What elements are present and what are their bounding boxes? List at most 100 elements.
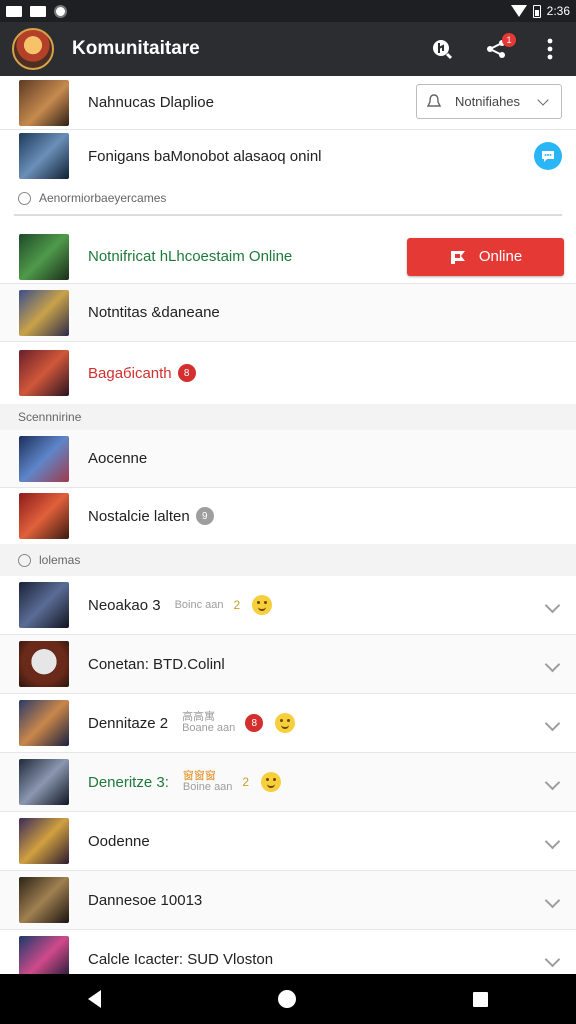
list-item[interactable]: Aocenne [0, 430, 576, 488]
flag-icon [450, 250, 465, 264]
count-badge: 8 [177, 364, 196, 382]
notification-icon [6, 5, 22, 17]
section-header: lolemas [0, 544, 576, 576]
list-item-label: Bagaбicanth [88, 364, 172, 382]
list-item[interactable]: Nahnucas Dlaplioe Notnifiahes [0, 76, 576, 130]
online-button-label: Online [478, 248, 523, 265]
chevron-down-icon[interactable] [544, 833, 561, 849]
list-item-label: Conetan: BTD.Colinl [88, 655, 225, 673]
list-item[interactable]: Conetan: BTD.Colinl [0, 635, 576, 694]
list-item-label: Aocenne [88, 450, 148, 467]
list-item[interactable]: Nostalcie lalten 9 [0, 488, 576, 544]
list-item[interactable]: Bagaбicanth 8 [0, 342, 576, 404]
game-thumbnail [19, 641, 69, 687]
game-thumbnail [19, 79, 69, 126]
game-thumbnail [19, 133, 69, 179]
list-item-label: Oodenne [88, 832, 150, 850]
home-icon[interactable] [277, 990, 296, 1008]
page-title: Komunitaitare [72, 38, 200, 59]
share-button[interactable]: 1 [482, 33, 516, 63]
list-item[interactable]: Notntitas &daneane [0, 284, 576, 342]
back-icon[interactable] [88, 990, 102, 1008]
list-item[interactable]: Calcle Icacter: SUD Vloston [0, 930, 576, 974]
photo-icon [30, 5, 46, 17]
chevron-down-icon[interactable] [544, 892, 561, 908]
battery-icon [532, 4, 541, 18]
meta-count: 2 [233, 598, 241, 612]
count-badge: 9 [195, 507, 214, 525]
item-meta: Boinc aan 2 [175, 598, 241, 612]
count-badge: 8 [245, 714, 264, 732]
search-button[interactable] [428, 35, 456, 63]
list-item-label: Dannesoe 10013 [88, 891, 203, 909]
meta-bottom: Boane aan [182, 722, 236, 734]
list-item-label: Fonigans baMonobot alasaoq oninl [88, 147, 322, 165]
more-vert-icon [547, 38, 553, 60]
list-item[interactable]: Oodenne [0, 812, 576, 871]
chevron-down-icon[interactable] [544, 715, 561, 731]
list-item-label: Notnifricat hLhcoestaim Online [88, 248, 293, 265]
list-item-label: Deneritze 3: [88, 773, 169, 791]
bell-icon [427, 93, 441, 107]
game-thumbnail [19, 936, 69, 974]
recents-icon[interactable] [472, 991, 488, 1007]
chat-icon [542, 151, 554, 162]
list-item[interactable]: Dannesoe 10013 [0, 871, 576, 930]
list-item[interactable]: Dennitaze 2 高高寓 Boane aan 8 [0, 694, 576, 753]
list-item-label: Dennitaze 2 [88, 714, 169, 732]
game-thumbnail [19, 700, 69, 746]
section-header-label: Scennnirine [18, 410, 82, 424]
smiley-icon [252, 595, 273, 615]
status-bar: 2:36 [0, 0, 576, 22]
section-header: Scennnirine [0, 404, 576, 430]
game-thumbnail [19, 435, 69, 482]
system-nav-bar [0, 974, 576, 1024]
chevron-down-icon[interactable] [544, 951, 561, 967]
list-item-label: Nostalcie lalten [88, 507, 190, 525]
game-thumbnail [19, 818, 69, 864]
chevron-down-icon[interactable] [544, 774, 561, 790]
game-thumbnail [19, 289, 69, 336]
community-list: Nahnucas Dlaplioe Notnifiahes Fonigans b… [0, 76, 576, 974]
list-item-label: Neoakao 3 [88, 596, 161, 614]
smiley-icon [261, 772, 282, 792]
section-header: Aenormiorbaeyercames [14, 182, 562, 216]
online-button[interactable]: Online [407, 237, 564, 276]
smiley-icon [275, 713, 296, 733]
info-icon [18, 553, 31, 567]
chevron-down-icon[interactable] [544, 597, 561, 613]
chevron-down-icon [537, 93, 549, 106]
list-item-label: Nahnucas Dlaplioe [88, 94, 214, 111]
item-meta: 高高寓 Boane aan 8 [182, 712, 264, 734]
game-thumbnail [19, 233, 69, 280]
game-thumbnail [19, 493, 69, 539]
list-item[interactable]: Fonigans baMonobot alasaoq oninl [0, 130, 576, 182]
list-item-label: Calcle Icacter: SUD Vloston [88, 950, 274, 968]
meta-bottom: Boine aan [182, 781, 233, 793]
chevron-down-icon[interactable] [544, 656, 561, 672]
notifications-dropdown-label: Notnifiahes [455, 94, 521, 109]
game-thumbnail [19, 759, 69, 805]
wifi-icon [510, 5, 527, 17]
search-icon [433, 40, 453, 60]
meta-bottom: Boinc aan [174, 598, 224, 611]
list-item[interactable]: Deneritze 3: 窗窗窗 Boine aan 2 [0, 753, 576, 812]
info-icon [18, 191, 31, 205]
section-header-label: Aenormiorbaeyercames [39, 191, 167, 205]
game-thumbnail [19, 877, 69, 923]
chat-button[interactable] [534, 142, 562, 170]
soccer-ball-icon [54, 4, 67, 18]
game-thumbnail [19, 350, 69, 396]
status-time: 2:36 [546, 4, 570, 18]
game-thumbnail [19, 582, 69, 628]
overflow-menu-button[interactable] [536, 35, 564, 63]
app-logo-avatar[interactable] [12, 28, 54, 70]
list-item[interactable]: Notnifricat hLhcoestaim Online Online [0, 230, 576, 284]
section-header-label: lolemas [39, 553, 81, 567]
app-bar: Komunitaitare 1 [0, 22, 576, 76]
meta-count: 2 [242, 775, 250, 789]
item-meta: 窗窗窗 Boine aan 2 [183, 771, 249, 793]
share-badge: 1 [502, 33, 516, 47]
notifications-dropdown[interactable]: Notnifiahes [416, 84, 562, 119]
list-item[interactable]: Neoakao 3 Boinc aan 2 [0, 576, 576, 635]
